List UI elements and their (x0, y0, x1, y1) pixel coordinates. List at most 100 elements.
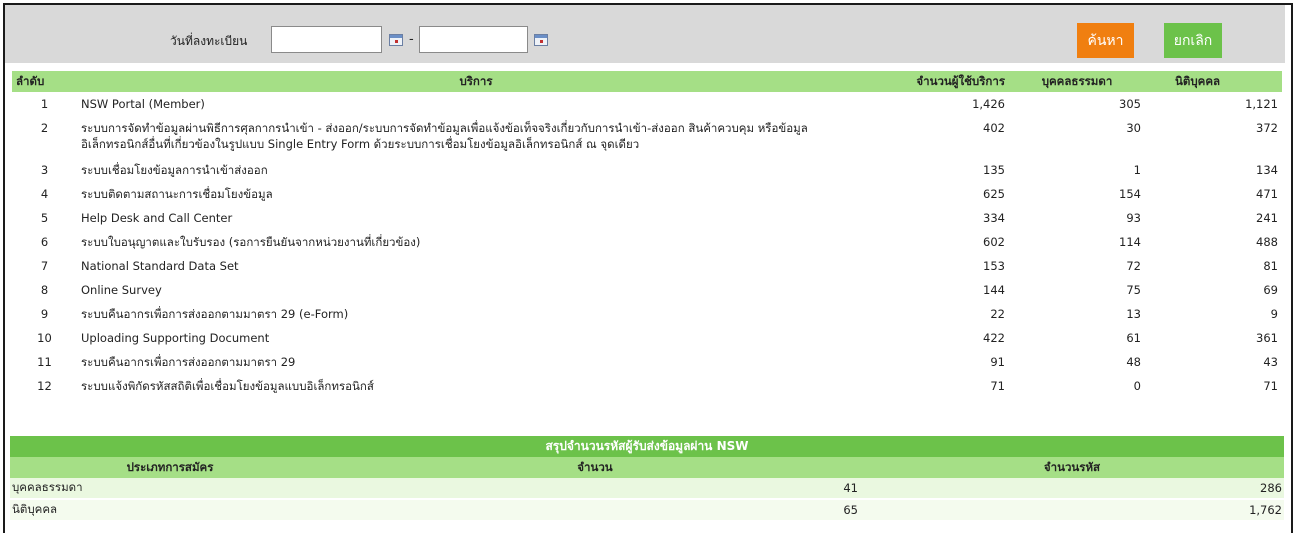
summary-title: สรุปจำนวนรหัสผู้รับส่งข้อมูลผ่าน NSW (10, 436, 1284, 457)
row-users: 334 (983, 211, 1005, 225)
row-service: Help Desk and Call Center (81, 211, 233, 225)
row-service: ระบบติดตามสถานะการเชื่อมโยงข้อมูล (77, 182, 875, 206)
row-service-line2: อิเล็กทรอนิกส์อื่นที่เกี่ยวข้องในรูปแบบ … (81, 137, 640, 151)
row-no: 4 (12, 182, 77, 206)
row-person: 48 (1126, 355, 1141, 369)
summary-count: 41 (330, 478, 860, 499)
col-count-header: จำนวน (330, 457, 860, 478)
col-users-header: จำนวนผู้ใช้บริการ (875, 71, 1009, 92)
row-users: 1,426 (972, 97, 1005, 111)
row-juristic: 1,121 (1245, 97, 1278, 111)
row-no: 1 (40, 97, 49, 111)
row-juristic: 69 (1145, 278, 1282, 302)
row-service: National Standard Data Set (81, 259, 239, 273)
row-service: Uploading Supporting Document (77, 326, 875, 350)
table-row: 11 ระบบคืนอากรเพื่อการส่งออกตามมาตรา 29 … (12, 350, 1282, 374)
cancel-button[interactable]: ยกเลิก (1164, 23, 1222, 58)
col-service-header: บริการ (77, 71, 875, 92)
row-users: 71 (875, 374, 1009, 398)
date-separator: - (409, 32, 414, 47)
col-person-header: บุคคลธรรมดา (1009, 71, 1145, 92)
row-service: ระบบคืนอากรเพื่อการส่งออกตามมาตรา 29 (81, 355, 296, 369)
col-type-header: ประเภทการสมัคร (10, 457, 330, 478)
row-service: ระบบการจัดทำข้อมูลผ่านพิธีการศุลกากรนำเข… (77, 116, 875, 158)
row-juristic: 71 (1145, 374, 1282, 398)
row-service: ระบบใบอนุญาตและใบรับรอง (รอการยืนยันจากห… (77, 230, 875, 254)
row-service: ระบบเชื่อมโยงข้อมูลการนำเข้าส่งออก (81, 163, 268, 177)
row-juristic: 372 (1145, 116, 1282, 158)
table-row: 6 ระบบใบอนุญาตและใบรับรอง (รอการยืนยันจา… (12, 230, 1282, 254)
table-row: 5 Help Desk and Call Center 334 93 241 (12, 206, 1282, 230)
row-juristic: 241 (1256, 211, 1278, 225)
row-no: 2 (12, 116, 77, 158)
col-codes-header: จำนวนรหัส (860, 457, 1284, 478)
table-row: 3 ระบบเชื่อมโยงข้อมูลการนำเข้าส่งออก 135… (12, 158, 1282, 182)
row-no: 6 (12, 230, 77, 254)
row-users: 402 (875, 116, 1009, 158)
row-no: 5 (40, 211, 49, 225)
date-from-input[interactable] (271, 26, 382, 53)
table-row: 2 ระบบการจัดทำข้อมูลผ่านพิธีการศุลกากรนำ… (12, 116, 1282, 158)
row-person: 93 (1126, 211, 1141, 225)
search-button[interactable]: ค้นหา (1077, 23, 1134, 58)
search-toolbar: วันที่ลงทะเบียน - ค้นหา ยกเลิก (5, 5, 1285, 63)
row-person: 30 (1009, 116, 1145, 158)
row-person: 0 (1009, 374, 1145, 398)
table-row: 8 Online Survey 144 75 69 (12, 278, 1282, 302)
row-service: NSW Portal (Member) (81, 97, 205, 111)
row-service: ระบบแจ้งพิกัดรหัสสถิติเพื่อเชื่อมโยงข้อม… (77, 374, 875, 398)
row-users: 135 (983, 163, 1005, 177)
date-to-input[interactable] (419, 26, 528, 53)
summary-count: 65 (330, 498, 860, 520)
row-juristic: 488 (1145, 230, 1282, 254)
row-users: 625 (875, 182, 1009, 206)
row-no: 9 (40, 307, 49, 321)
services-table: ลำดับ บริการ จำนวนผู้ใช้บริการ บุคคลธรรม… (12, 71, 1282, 398)
row-person: 114 (1009, 230, 1145, 254)
table-row: 4 ระบบติดตามสถานะการเชื่อมโยงข้อมูล 625 … (12, 182, 1282, 206)
row-no: 8 (12, 278, 77, 302)
row-juristic: 361 (1145, 326, 1282, 350)
row-service-line1: ระบบการจัดทำข้อมูลผ่านพิธีการศุลกากรนำเข… (81, 121, 808, 135)
row-users: 144 (875, 278, 1009, 302)
summary-type: บุคคลธรรมดา (10, 478, 330, 499)
row-users: 602 (875, 230, 1009, 254)
summary-table: สรุปจำนวนรหัสผู้รับส่งข้อมูลผ่าน NSW ประ… (10, 436, 1284, 520)
row-users: 422 (875, 326, 1009, 350)
summary-row: บุคคลธรรมดา 41 286 (10, 478, 1284, 499)
summary-type: นิติบุคคล (10, 498, 330, 520)
table-row: 9 ระบบคืนอากรเพื่อการส่งออกตามมาตรา 29 (… (12, 302, 1282, 326)
row-service: Online Survey (77, 278, 875, 302)
summary-row: นิติบุคคล 65 1,762 (10, 498, 1284, 520)
row-person: 13 (1126, 307, 1141, 321)
summary-codes: 286 (860, 478, 1284, 499)
row-no: 10 (12, 326, 77, 350)
row-juristic: 134 (1256, 163, 1278, 177)
row-juristic: 9 (1270, 307, 1278, 321)
row-service: ระบบคืนอากรเพื่อการส่งออกตามมาตรา 29 (e-… (81, 307, 349, 321)
row-users: 22 (990, 307, 1005, 321)
summary-codes: 1,762 (860, 498, 1284, 520)
row-person: 75 (1009, 278, 1145, 302)
registration-date-label: วันที่ลงทะเบียน (170, 34, 248, 48)
row-juristic: 43 (1263, 355, 1278, 369)
table-row: 7 National Standard Data Set 153 72 81 (12, 254, 1282, 278)
row-users: 153 (983, 259, 1005, 273)
services-header-row: ลำดับ บริการ จำนวนผู้ใช้บริการ บุคคลธรรม… (12, 71, 1282, 92)
row-no: 12 (12, 374, 77, 398)
calendar-to-icon[interactable] (534, 34, 548, 46)
row-person: 72 (1126, 259, 1141, 273)
table-row: 12 ระบบแจ้งพิกัดรหัสสถิติเพื่อเชื่อมโยงข… (12, 374, 1282, 398)
col-no-header: ลำดับ (12, 71, 77, 92)
row-juristic: 471 (1145, 182, 1282, 206)
row-person: 154 (1009, 182, 1145, 206)
row-person: 61 (1009, 326, 1145, 350)
row-juristic: 81 (1263, 259, 1278, 273)
summary-title-row: สรุปจำนวนรหัสผู้รับส่งข้อมูลผ่าน NSW (10, 436, 1284, 457)
row-no: 11 (37, 355, 52, 369)
calendar-from-icon[interactable] (389, 34, 403, 46)
row-users: 91 (990, 355, 1005, 369)
table-row: 1 NSW Portal (Member) 1,426 305 1,121 (12, 92, 1282, 116)
row-no: 7 (40, 259, 49, 273)
col-juristic-header: นิติบุคคล (1145, 71, 1282, 92)
